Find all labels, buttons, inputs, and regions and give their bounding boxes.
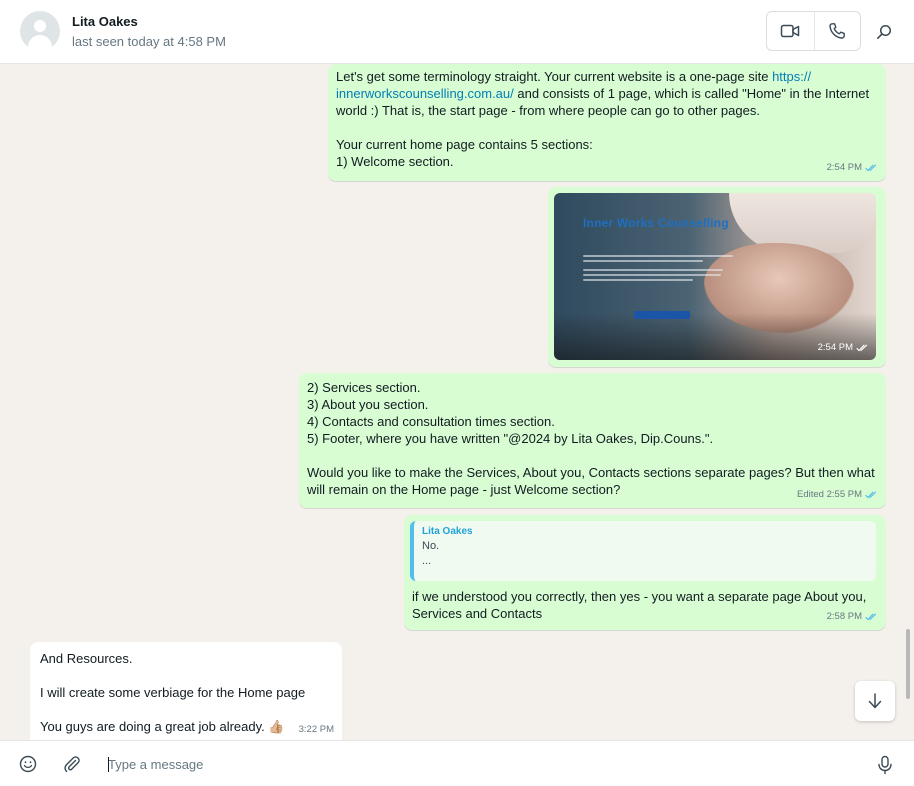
message-meta: 2:58 PM bbox=[827, 608, 878, 625]
attach-button[interactable] bbox=[63, 755, 81, 776]
outgoing-message[interactable]: Let's get some terminology straight. You… bbox=[328, 64, 886, 181]
voice-call-icon bbox=[829, 23, 846, 39]
scroll-to-bottom-button[interactable] bbox=[855, 681, 895, 721]
message-composer bbox=[0, 740, 914, 786]
read-ticks-icon bbox=[865, 491, 877, 498]
read-ticks-icon bbox=[856, 344, 868, 351]
website-link[interactable]: https:// bbox=[772, 69, 811, 84]
search-button[interactable] bbox=[872, 20, 896, 44]
video-call-button[interactable] bbox=[767, 12, 814, 50]
message-text: if we understood you correctly, then yes… bbox=[412, 589, 867, 621]
message-time: 2:54 PM bbox=[817, 342, 853, 353]
attachment-icon bbox=[64, 756, 80, 773]
message-text: And Resources. I will create some verbia… bbox=[40, 651, 306, 734]
image-title-text: Inner Works Counselling bbox=[583, 216, 729, 230]
scrollbar-thumb[interactable] bbox=[906, 629, 910, 699]
read-ticks-icon bbox=[865, 613, 877, 620]
outgoing-message[interactable]: 2) Services section. 3) About you sectio… bbox=[299, 373, 886, 508]
incoming-message[interactable]: And Resources. I will create some verbia… bbox=[30, 642, 342, 740]
quoted-message[interactable]: Lita Oakes No. ... bbox=[410, 521, 876, 581]
outgoing-image-message[interactable]: Inner Works Counselling 2:54 PM bbox=[548, 187, 886, 367]
website-link-continued[interactable]: innerworkscounselling.com.au/ bbox=[336, 86, 514, 101]
voice-message-button[interactable] bbox=[876, 755, 894, 778]
message-time: Edited 2:55 PM bbox=[797, 489, 862, 500]
call-buttons bbox=[766, 11, 861, 51]
read-ticks-icon bbox=[865, 164, 877, 171]
avatar-placeholder-icon bbox=[34, 20, 46, 32]
microphone-icon bbox=[878, 755, 892, 775]
chat-header: Lita Oakes last seen today at 4:58 PM bbox=[0, 0, 914, 64]
voice-call-button[interactable] bbox=[813, 12, 861, 50]
message-list[interactable]: Let's get some terminology straight. You… bbox=[0, 64, 914, 740]
arrow-down-icon bbox=[868, 693, 882, 709]
message-time: 3:22 PM bbox=[298, 724, 334, 735]
website-screenshot-image[interactable]: Inner Works Counselling 2:54 PM bbox=[554, 193, 876, 360]
outgoing-reply-message[interactable]: Lita Oakes No. ... if we understood you … bbox=[404, 515, 886, 630]
last-seen-status: last seen today at 4:58 PM bbox=[72, 34, 226, 49]
emoji-icon bbox=[19, 755, 37, 773]
emoji-button[interactable] bbox=[19, 755, 37, 776]
message-input[interactable] bbox=[108, 754, 828, 774]
message-text: 2) Services section. 3) About you sectio… bbox=[307, 380, 875, 497]
message-meta: Edited 2:55 PM bbox=[797, 486, 878, 503]
message-time: 2:54 PM bbox=[826, 162, 862, 173]
message-meta: 3:22 PM bbox=[299, 721, 334, 738]
message-time: 2:58 PM bbox=[826, 611, 862, 622]
contact-name[interactable]: Lita Oakes bbox=[72, 14, 138, 29]
message-meta: 2:54 PM bbox=[818, 339, 869, 356]
message-meta: 2:54 PM bbox=[827, 159, 878, 176]
message-text: Let's get some terminology straight. You… bbox=[336, 69, 870, 169]
quote-text: No. ... bbox=[422, 540, 440, 567]
video-call-icon bbox=[781, 24, 800, 38]
quote-author: Lita Oakes bbox=[422, 526, 473, 537]
search-icon bbox=[876, 24, 892, 39]
contact-avatar[interactable] bbox=[20, 11, 60, 51]
